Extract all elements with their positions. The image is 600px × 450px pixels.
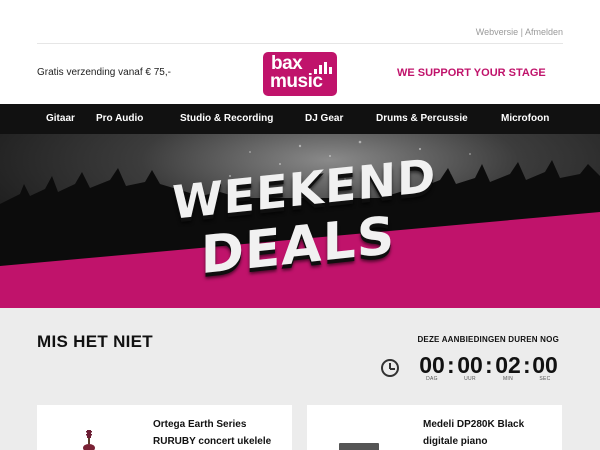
countdown-seconds-label: SEC: [539, 376, 551, 382]
countdown-separator: :: [447, 352, 455, 378]
bax-music-logo[interactable]: bax music: [263, 52, 337, 96]
countdown-subheading: DEZE AANBIEDINGEN DUREN NOG: [417, 335, 559, 344]
top-links: Webversie | Afmelden: [476, 27, 563, 37]
free-shipping-text: Gratis verzending vanaf € 75,-: [37, 67, 171, 78]
equalizer-icon: [314, 62, 332, 74]
product-name-line2[interactable]: RURUBY concert ukelele: [153, 433, 271, 450]
nav-item-gitaar[interactable]: Gitaar: [46, 113, 75, 124]
countdown-separator: :: [523, 352, 531, 378]
countdown-days-label: DAG: [426, 376, 438, 382]
countdown-separator: :: [485, 352, 493, 378]
product-name-line2[interactable]: digitale piano: [423, 433, 487, 450]
countdown-minutes-label: MIN: [502, 376, 514, 382]
weekend-deals-banner[interactable]: WEEKEND DEALS: [0, 134, 600, 308]
countdown-days: 00: [419, 352, 445, 378]
countdown-timer: 00 : 00 : 02 : 00 DAG UUR MIN SEC: [418, 352, 563, 386]
top-links-bar: Webversie | Afmelden: [37, 0, 563, 44]
countdown-hours: 00: [457, 352, 483, 378]
product-name-line1[interactable]: Ortega Earth Series: [153, 416, 246, 433]
nav-item-dj-gear[interactable]: DJ Gear: [305, 113, 343, 124]
product-card[interactable]: Ortega Earth Series RURUBY concert ukele…: [37, 405, 292, 450]
section-heading: MIS HET NIET: [37, 332, 153, 351]
nav-item-studio-recording[interactable]: Studio & Recording: [180, 113, 273, 124]
top-links-separator: |: [520, 27, 523, 37]
nav-item-microfoon[interactable]: Microfoon: [501, 113, 549, 124]
logout-link[interactable]: Afmelden: [525, 27, 563, 37]
product-card[interactable]: Medeli DP280K Black digitale piano: [307, 405, 562, 450]
slogan: WE SUPPORT YOUR STAGE: [397, 67, 546, 79]
clock-icon: [381, 359, 399, 377]
webversion-link[interactable]: Webversie: [476, 27, 518, 37]
countdown-hours-label: UUR: [464, 376, 476, 382]
product-name-line1[interactable]: Medeli DP280K Black: [423, 416, 524, 433]
logo-text-music: music: [270, 71, 323, 92]
countdown-seconds: 00: [532, 352, 558, 378]
header: Gratis verzending vanaf € 75,- bax music…: [0, 44, 600, 104]
nav-item-pro-audio[interactable]: Pro Audio: [96, 113, 143, 124]
ukulele-image: [83, 430, 95, 450]
category-nav: Gitaar Pro Audio Studio & Recording DJ G…: [0, 104, 600, 134]
countdown-minutes: 02: [495, 352, 521, 378]
nav-item-drums-percussie[interactable]: Drums & Percussie: [376, 113, 468, 124]
digital-piano-image: [339, 443, 379, 450]
